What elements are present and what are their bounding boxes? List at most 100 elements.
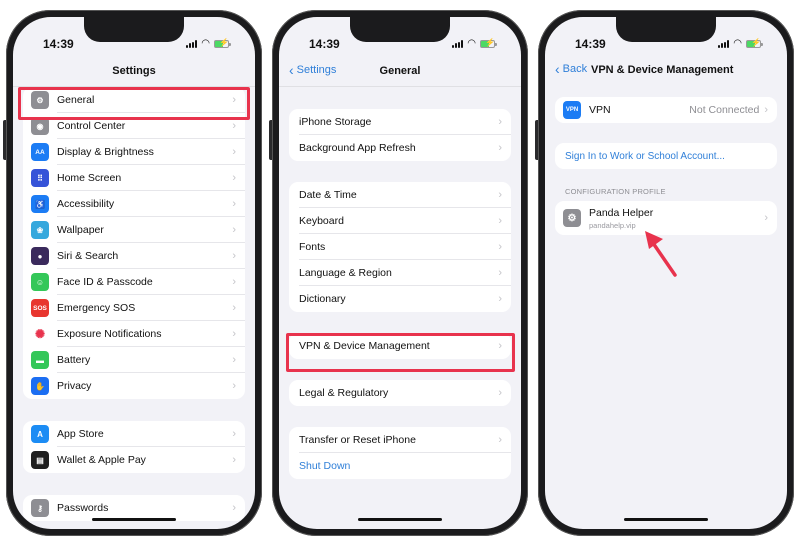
settings-row-label: Battery bbox=[57, 354, 91, 366]
face-id-icon: ☺ bbox=[31, 273, 49, 291]
notch bbox=[84, 17, 184, 42]
settings-row-label: Wallpaper bbox=[57, 224, 104, 236]
chevron-right-icon: › bbox=[498, 189, 502, 201]
battery-charging-icon: ⚡ bbox=[214, 38, 231, 48]
settings-row-battery[interactable]: ▬ Battery › bbox=[23, 347, 245, 373]
wifi-icon: ◠ bbox=[201, 38, 210, 49]
profile-gear-icon: ⚙ bbox=[563, 209, 581, 227]
page-title: General bbox=[379, 65, 421, 77]
general-row-background-app-refresh[interactable]: Background App Refresh › bbox=[289, 135, 511, 161]
settings-row-face-id-and-passcode[interactable]: ☺ Face ID & Passcode › bbox=[23, 269, 245, 295]
siri-icon: ● bbox=[31, 247, 49, 265]
general-group: Transfer or Reset iPhone › Shut Down bbox=[289, 427, 511, 479]
status-time: 14:39 bbox=[575, 37, 606, 51]
chevron-right-icon: › bbox=[498, 241, 502, 253]
section-header-configuration-profile: CONFIGURATION PROFILE bbox=[565, 187, 666, 196]
vpn-icon: VPN bbox=[563, 101, 581, 119]
home-indicator[interactable] bbox=[92, 518, 176, 521]
chevron-right-icon: › bbox=[232, 454, 236, 466]
settings-row-label: Face ID & Passcode bbox=[57, 276, 153, 288]
settings-row-wallpaper[interactable]: ❀ Wallpaper › bbox=[23, 217, 245, 243]
hand-icon: ✋ bbox=[31, 377, 49, 395]
general-row-shut-down[interactable]: Shut Down bbox=[289, 453, 511, 479]
vpn-group: VPN VPN Not Connected › bbox=[555, 97, 777, 123]
settings-row-display-and-brightness[interactable]: AA Display & Brightness › bbox=[23, 139, 245, 165]
status-time: 14:39 bbox=[309, 37, 340, 51]
general-row-label: Shut Down bbox=[299, 460, 351, 472]
chevron-right-icon: › bbox=[232, 302, 236, 314]
general-row-label: Background App Refresh bbox=[299, 142, 416, 154]
general-row-label: Dictionary bbox=[299, 293, 346, 305]
vpn-row[interactable]: VPN VPN Not Connected › bbox=[555, 97, 777, 123]
back-button[interactable]: ‹ Back bbox=[555, 61, 587, 77]
text-size-icon: AA bbox=[31, 143, 49, 161]
general-group: iPhone Storage › Background App Refresh › bbox=[289, 109, 511, 161]
general-screen: 14:39 ◠ ⚡ ‹ Settings General NFC›iPhone … bbox=[279, 17, 521, 529]
sign-in-link[interactable]: Sign In to Work or School Account... bbox=[555, 151, 777, 162]
general-row-language-and-region[interactable]: Language & Region › bbox=[289, 260, 511, 286]
chevron-right-icon: › bbox=[232, 380, 236, 392]
sign-in-group: Sign In to Work or School Account... bbox=[555, 143, 777, 169]
vpn-label: VPN bbox=[589, 104, 611, 116]
home-indicator[interactable] bbox=[624, 518, 708, 521]
phone-general: 14:39 ◠ ⚡ ‹ Settings General NFC›iPhone … bbox=[269, 10, 528, 536]
red-arrow-pointer bbox=[645, 231, 677, 277]
settings-row-label: Home Screen bbox=[57, 172, 122, 184]
settings-row-label: Display & Brightness bbox=[57, 146, 154, 158]
settings-row-siri-and-search[interactable]: ● Siri & Search › bbox=[23, 243, 245, 269]
general-row-label: Fonts bbox=[299, 241, 326, 253]
settings-row-label: Passwords bbox=[57, 502, 109, 514]
settings-row-home-screen[interactable]: ⠿ Home Screen › bbox=[23, 165, 245, 191]
chevron-right-icon: › bbox=[232, 198, 236, 210]
settings-row-label: Control Center bbox=[57, 120, 126, 132]
notch bbox=[616, 17, 716, 42]
highlight-box-general bbox=[18, 87, 250, 120]
general-row-transfer-or-reset-iphone[interactable]: Transfer or Reset iPhone › bbox=[289, 427, 511, 453]
phone-vpn-device-management: 14:39 ◠ ⚡ ‹ Back VPN & Device Management… bbox=[535, 10, 794, 536]
key-icon: ⚷ bbox=[31, 499, 49, 517]
settings-row-label: App Store bbox=[57, 428, 104, 440]
chevron-right-icon: › bbox=[498, 434, 502, 446]
chevron-right-icon: › bbox=[498, 142, 502, 154]
settings-row-accessibility[interactable]: ♿ Accessibility › bbox=[23, 191, 245, 217]
chevron-right-icon: › bbox=[764, 104, 768, 116]
battery-charging-icon: ⚡ bbox=[746, 38, 763, 48]
general-row-label: iPhone Storage bbox=[299, 116, 372, 128]
sign-in-row[interactable]: Sign In to Work or School Account... bbox=[555, 143, 777, 169]
cellular-signal-icon bbox=[186, 40, 198, 48]
chevron-right-icon: › bbox=[232, 250, 236, 262]
chevron-right-icon: › bbox=[232, 224, 236, 236]
home-indicator[interactable] bbox=[358, 518, 442, 521]
settings-row-emergency-sos[interactable]: SOS Emergency SOS › bbox=[23, 295, 245, 321]
settings-row-app-store[interactable]: A App Store › bbox=[23, 421, 245, 447]
general-group: Date & Time › Keyboard › Fonts › Language & Re… bbox=[289, 182, 511, 312]
general-row-dictionary[interactable]: Dictionary › bbox=[289, 286, 511, 312]
general-row-iphone-storage[interactable]: iPhone Storage › bbox=[289, 109, 511, 135]
vpn-list: VPN VPN Not Connected › Sign In to Work … bbox=[555, 97, 777, 251]
general-row-label: Legal & Regulatory bbox=[299, 387, 389, 399]
settings-row-label: Siri & Search bbox=[57, 250, 119, 262]
general-row-date-and-time[interactable]: Date & Time › bbox=[289, 182, 511, 208]
page-title: Settings bbox=[112, 65, 156, 77]
status-time: 14:39 bbox=[43, 37, 74, 51]
vpn-screen: 14:39 ◠ ⚡ ‹ Back VPN & Device Management… bbox=[545, 17, 787, 529]
app-store-icon: A bbox=[31, 425, 49, 443]
chevron-right-icon: › bbox=[232, 120, 236, 132]
chevron-right-icon: › bbox=[498, 215, 502, 227]
chevron-right-icon: › bbox=[232, 354, 236, 366]
general-row-keyboard[interactable]: Keyboard › bbox=[289, 208, 511, 234]
accessibility-icon: ♿ bbox=[31, 195, 49, 213]
settings-row-privacy[interactable]: ✋ Privacy › bbox=[23, 373, 245, 399]
general-row-fonts[interactable]: Fonts › bbox=[289, 234, 511, 260]
settings-row-exposure-notifications[interactable]: ✺ Exposure Notifications › bbox=[23, 321, 245, 347]
general-row-legal-and-regulatory[interactable]: Legal & Regulatory › bbox=[289, 380, 511, 406]
chevron-right-icon: › bbox=[232, 502, 236, 514]
highlight-box-vpn bbox=[286, 333, 515, 372]
page-title: VPN & Device Management bbox=[591, 64, 734, 76]
wifi-icon: ◠ bbox=[733, 38, 742, 49]
general-list: NFC›iPhone Storage›Background App Refres… bbox=[289, 61, 511, 479]
nav-bar: ‹ Back VPN & Device Management bbox=[545, 57, 787, 87]
settings-row-wallet-and-apple-pay[interactable]: ▤ Wallet & Apple Pay › bbox=[23, 447, 245, 473]
chevron-left-icon: ‹ bbox=[555, 61, 560, 77]
settings-list: ⚙ General › ◉ Control Center › AA Display & Bri… bbox=[23, 87, 245, 521]
